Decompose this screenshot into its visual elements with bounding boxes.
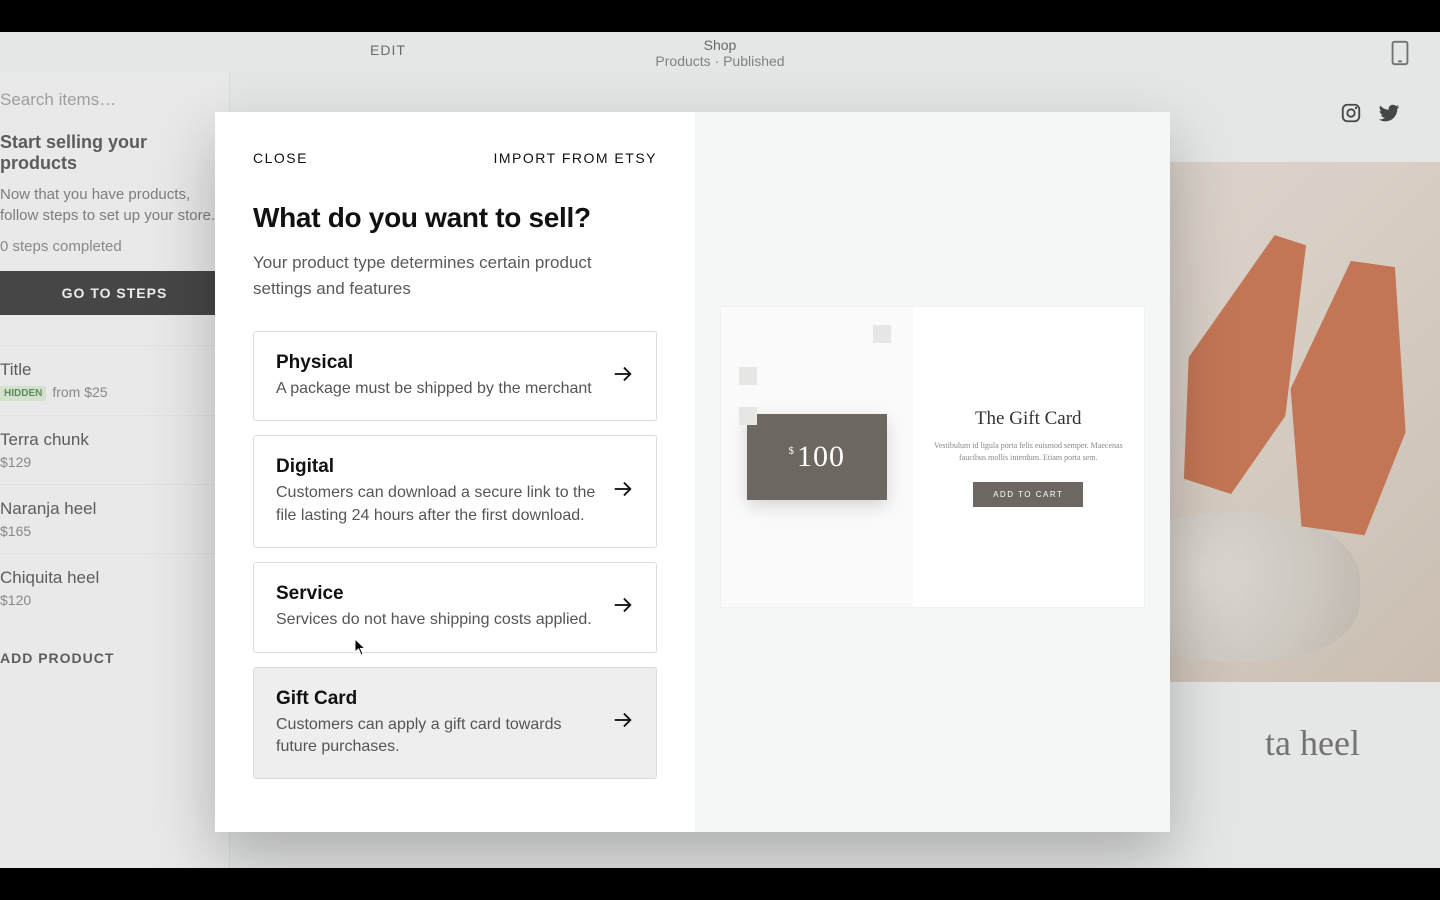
arrow-right-icon: [612, 709, 634, 736]
import-from-etsy-button[interactable]: IMPORT FROM ETSY: [494, 150, 658, 166]
arrow-right-icon: [612, 594, 634, 621]
workspace: EDIT Shop Products · Published Search it…: [0, 32, 1440, 868]
placeholder-square: [739, 407, 757, 425]
add-to-cart-button[interactable]: ADD TO CART: [973, 482, 1083, 507]
option-title: Physical: [276, 352, 592, 374]
option-desc: Customers can apply a gift card towards …: [276, 714, 596, 759]
arrow-right-icon: [612, 363, 634, 390]
option-desc: Services do not have shipping costs appl…: [276, 609, 592, 631]
gift-card-preview: $ 100 The Gift Card Vestibulum id ligula…: [721, 307, 1144, 607]
option-physical[interactable]: Physical A package must be shipped by th…: [253, 331, 657, 421]
gift-card-graphic: $ 100: [747, 414, 887, 500]
arrow-right-icon: [612, 478, 634, 505]
modal-title: What do you want to sell?: [253, 202, 657, 234]
gift-card-image-side: $ 100: [721, 307, 913, 607]
option-desc: A package must be shipped by the merchan…: [276, 378, 592, 400]
modal-left-panel: CLOSE IMPORT FROM ETSY What do you want …: [215, 112, 695, 832]
close-button[interactable]: CLOSE: [253, 150, 308, 166]
letterbox-top: [0, 0, 1440, 32]
option-service[interactable]: Service Services do not have shipping co…: [253, 562, 657, 652]
currency-symbol: $: [789, 445, 795, 457]
gift-card-amount: 100: [797, 440, 845, 474]
modal-subtitle: Your product type determines certain pro…: [253, 250, 643, 301]
letterbox-bottom: [0, 868, 1440, 900]
option-desc: Customers can download a secure link to …: [276, 482, 596, 527]
gift-card-detail-side: The Gift Card Vestibulum id ligula porta…: [913, 307, 1145, 607]
option-gift-card[interactable]: Gift Card Customers can apply a gift car…: [253, 667, 657, 780]
modal-topbar: CLOSE IMPORT FROM ETSY: [253, 150, 657, 166]
modal-preview-panel: $ 100 The Gift Card Vestibulum id ligula…: [695, 112, 1170, 832]
placeholder-square: [739, 367, 757, 385]
gift-card-description: Vestibulum id ligula porta felis euismod…: [933, 440, 1125, 464]
placeholder-square: [873, 325, 891, 343]
product-type-modal: CLOSE IMPORT FROM ETSY What do you want …: [215, 112, 1170, 832]
option-title: Service: [276, 583, 592, 605]
gift-card-title: The Gift Card: [975, 408, 1082, 430]
option-title: Gift Card: [276, 688, 596, 710]
option-title: Digital: [276, 456, 596, 478]
option-digital[interactable]: Digital Customers can download a secure …: [253, 435, 657, 548]
